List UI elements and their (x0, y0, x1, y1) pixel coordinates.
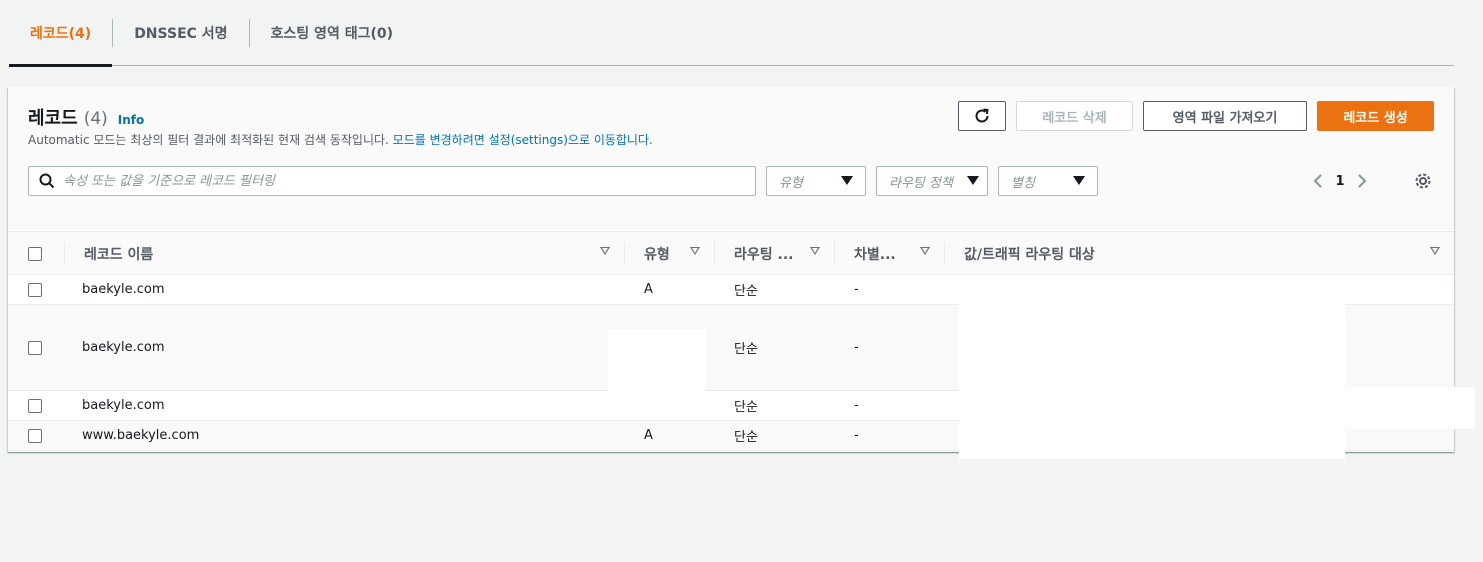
column-label: 라우팅 ... (734, 246, 794, 263)
column-label: 차별... (854, 246, 896, 263)
caret-down-icon (841, 176, 853, 185)
search-box (28, 166, 756, 196)
refresh-button[interactable] (958, 101, 1006, 131)
tab-bar: 레코드(4) DNSSEC 서명 호스팅 영역 태그(0) (9, 0, 1454, 67)
tab-records[interactable]: 레코드(4) (9, 0, 113, 67)
title-row: 레코드 (4) Info (28, 104, 144, 130)
row-checkbox[interactable] (28, 428, 42, 443)
next-page-icon[interactable] (1352, 171, 1372, 191)
row-checkbox[interactable] (28, 398, 42, 413)
routing-policy-filter-select[interactable]: 라우팅 정책 (876, 166, 988, 196)
select-all-checkbox[interactable] (28, 246, 42, 261)
redacted-area (608, 329, 705, 391)
import-zone-file-button[interactable]: 영역 파일 가져오기 (1143, 101, 1307, 131)
row-checkbox-cell (28, 421, 42, 450)
sort-icon (690, 247, 700, 255)
column-label: 레코드 이름 (84, 246, 154, 263)
redacted-area (1345, 387, 1475, 429)
tab-dnssec[interactable]: DNSSEC 서명 (113, 0, 248, 66)
create-record-button[interactable]: 레코드 생성 (1317, 101, 1434, 131)
column-header-type[interactable]: 유형 (624, 232, 714, 275)
caret-down-icon (967, 176, 979, 185)
previous-page-icon[interactable] (1308, 171, 1328, 191)
column-header-routing[interactable]: 라우팅 ... (714, 232, 834, 275)
sort-icon (600, 247, 610, 255)
redacted-area (959, 275, 1345, 459)
row-checkbox-cell (28, 305, 42, 390)
row-checkbox[interactable] (28, 340, 42, 355)
sort-icon (920, 247, 930, 255)
type-filter-label: 유형 (779, 175, 803, 191)
search-icon (39, 173, 55, 189)
row-checkbox-cell (28, 275, 42, 304)
routing-policy: 단순 (734, 342, 758, 357)
pagination: 1 (1308, 171, 1372, 191)
column-label: 값/트래픽 라우팅 대상 (964, 246, 1095, 263)
record-name[interactable]: baekyle.com (82, 391, 164, 420)
settings-link[interactable]: 모드를 변경하려면 설정(settings)으로 이동합니다. (393, 133, 653, 147)
column-header-value[interactable]: 값/트래픽 라우팅 대상 (944, 232, 1454, 275)
routing-policy: 단순 (734, 430, 758, 445)
routing-policy: 단순 (734, 284, 758, 299)
record-type: A (644, 428, 653, 443)
sort-icon (810, 247, 820, 255)
alias-filter-label: 별칭 (1011, 175, 1035, 191)
row-checkbox-cell (28, 391, 42, 420)
routing-filter-label: 라우팅 정책 (889, 175, 953, 191)
settings-gear-icon[interactable] (1413, 171, 1433, 191)
table-header: 레코드 이름 유형 라우팅 ... 차별... 값/트래픽 라우팅 대상 (8, 232, 1454, 275)
differentiator: - (854, 340, 859, 355)
info-link[interactable]: Info (118, 113, 144, 127)
refresh-icon (975, 108, 989, 123)
records-panel: 레코드 (4) Info Automatic 모드는 최상의 필터 결과에 최적… (8, 87, 1454, 459)
column-label: 유형 (644, 246, 670, 263)
search-mode-description: Automatic 모드는 최상의 필터 결과에 최적화된 현재 검색 동작입니… (28, 131, 653, 148)
row-checkbox[interactable] (28, 282, 42, 297)
record-name[interactable]: www.baekyle.com (82, 421, 199, 450)
delete-record-button[interactable]: 레코드 삭제 (1016, 101, 1133, 131)
differentiator: - (854, 428, 859, 443)
differentiator: - (854, 282, 859, 297)
column-header-name[interactable]: 레코드 이름 (64, 232, 624, 275)
description-text: Automatic 모드는 최상의 필터 결과에 최적화된 현재 검색 동작입니… (28, 133, 389, 147)
search-input[interactable] (63, 173, 723, 189)
record-count: (4) (83, 109, 108, 129)
column-header-differentiator[interactable]: 차별... (834, 232, 944, 275)
routing-policy: 단순 (734, 400, 758, 415)
current-page[interactable]: 1 (1328, 174, 1352, 189)
record-name[interactable]: baekyle.com (82, 275, 164, 304)
select-all-cell (8, 232, 64, 275)
type-filter-select[interactable]: 유형 (766, 166, 866, 196)
differentiator: - (854, 398, 859, 413)
page-title: 레코드 (28, 108, 78, 129)
record-type: A (644, 282, 653, 297)
sort-icon (1430, 247, 1440, 255)
alias-filter-select[interactable]: 별칭 (998, 166, 1098, 196)
tab-hosted-zone-tags[interactable]: 호스팅 영역 태그(0) (250, 0, 414, 66)
panel-header: 레코드 (4) Info Automatic 모드는 최상의 필터 결과에 최적… (8, 87, 1454, 232)
caret-down-icon (1073, 176, 1085, 185)
record-name[interactable]: baekyle.com (82, 305, 164, 390)
